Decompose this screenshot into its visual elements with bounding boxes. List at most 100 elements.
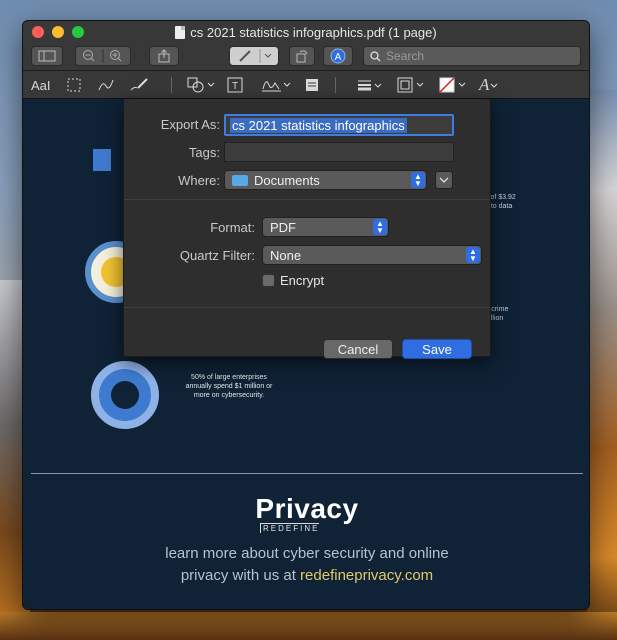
shapes-icon bbox=[187, 77, 215, 93]
border-color-icon bbox=[397, 77, 424, 93]
save-button[interactable]: Save bbox=[402, 339, 472, 359]
search-field[interactable]: Search bbox=[363, 46, 581, 66]
tags-field[interactable] bbox=[224, 142, 454, 162]
markup-pen-icon: A bbox=[330, 48, 346, 64]
tags-label: Tags: bbox=[188, 145, 220, 160]
title-bar: cs 2021 statistics infographics.pdf (1 p… bbox=[23, 21, 589, 43]
highlighter-icon bbox=[239, 49, 272, 63]
footer-line-2-prefix: privacy with us at bbox=[180, 567, 301, 584]
popup-arrows-icon: ▲ ▼ bbox=[411, 172, 425, 188]
window-title-text: cs 2021 statistics infographics.pdf (1 p… bbox=[190, 24, 437, 40]
export-as-field[interactable]: cs 2021 statistics infographics bbox=[224, 114, 454, 136]
text-box-icon: T bbox=[227, 77, 243, 93]
share-icon bbox=[158, 49, 170, 63]
markup-separator bbox=[171, 77, 172, 93]
sign-tool[interactable] bbox=[261, 76, 293, 94]
markup-toggle-button[interactable]: A bbox=[323, 46, 353, 66]
sidebar-toggle-button[interactable] bbox=[31, 46, 63, 66]
window-title: cs 2021 statistics infographics.pdf (1 p… bbox=[23, 25, 589, 40]
markup-separator bbox=[335, 77, 336, 93]
export-as-label: Export As: bbox=[160, 117, 220, 132]
format-label: Format: bbox=[210, 220, 255, 235]
zoom-in-icon[interactable] bbox=[110, 50, 122, 62]
stat-enterprise-line: annually spend $1 million or bbox=[185, 383, 273, 390]
shapes-tool[interactable] bbox=[187, 76, 217, 94]
export-as-value: cs 2021 statistics infographics bbox=[230, 117, 407, 133]
fill-color-icon bbox=[439, 77, 466, 93]
cancel-button[interactable]: Cancel bbox=[323, 339, 393, 359]
fill-color-menu[interactable] bbox=[439, 76, 469, 94]
privacy-logo-subtext: REDEFINE bbox=[260, 523, 320, 533]
preview-window: cs 2021 statistics infographics.pdf (1 p… bbox=[22, 20, 590, 610]
format-popup[interactable]: PDF ▲ ▼ bbox=[262, 217, 389, 237]
rect-select-icon bbox=[67, 78, 81, 92]
search-placeholder: Search bbox=[386, 49, 425, 63]
format-value: PDF bbox=[270, 219, 296, 235]
quartz-filter-value: None bbox=[270, 247, 302, 263]
traffic-lights bbox=[32, 26, 84, 38]
popup-arrows-icon: ▲ ▼ bbox=[466, 247, 480, 263]
text-style-menu[interactable]: A bbox=[479, 75, 501, 94]
line-style-icon bbox=[358, 80, 382, 91]
folder-icon bbox=[232, 174, 248, 186]
rotate-button[interactable] bbox=[289, 46, 315, 66]
sketch-icon bbox=[98, 79, 114, 91]
popup-arrows-icon: ▲ ▼ bbox=[373, 219, 387, 235]
footer-text: learn more about cyber security and onli… bbox=[23, 543, 589, 587]
minimize-button[interactable] bbox=[52, 26, 64, 38]
zoom-icons bbox=[83, 49, 122, 63]
zoom-out-icon[interactable] bbox=[83, 50, 95, 62]
money-icon bbox=[91, 361, 159, 429]
svg-text:T: T bbox=[232, 81, 238, 92]
rect-selection-tool[interactable] bbox=[67, 76, 81, 94]
stat-enterprise-line: more on cybersecurity. bbox=[193, 392, 265, 399]
note-tool[interactable] bbox=[305, 76, 319, 94]
text-box-tool[interactable]: T bbox=[227, 76, 243, 94]
share-button[interactable] bbox=[149, 46, 179, 66]
text-tool-label: AaI bbox=[31, 77, 51, 93]
pdf-document-icon bbox=[175, 25, 186, 39]
svg-text:A: A bbox=[335, 52, 342, 63]
draw-icon bbox=[130, 78, 148, 91]
encrypt-checkbox[interactable] bbox=[262, 274, 275, 287]
zoom-buttons bbox=[75, 46, 131, 66]
stat-enterprise-text: 50% of large enterprises annually spend … bbox=[179, 373, 279, 400]
main-toolbar: A Search bbox=[23, 43, 589, 71]
sheet-separator bbox=[124, 199, 490, 200]
search-icon bbox=[370, 50, 381, 61]
text-selection-tool[interactable]: AaI bbox=[31, 76, 51, 94]
markup-toolbar: AaI T A bbox=[23, 71, 589, 99]
footer-line-1: learn more about cyber security and onli… bbox=[165, 545, 449, 562]
building-icon bbox=[93, 149, 111, 171]
footer-line-2: privacy with us at redefineprivacy.com bbox=[23, 565, 589, 587]
where-popup[interactable]: Documents ▲ ▼ bbox=[224, 170, 427, 190]
note-icon bbox=[306, 79, 318, 91]
stat-enterprise-line: 50% of large enterprises bbox=[191, 374, 267, 381]
where-label: Where: bbox=[178, 173, 220, 188]
close-button[interactable] bbox=[32, 26, 44, 38]
highlight-button[interactable] bbox=[229, 46, 279, 66]
sidebar-icon bbox=[38, 50, 56, 62]
desktop-wallpaper-bottom bbox=[0, 612, 617, 640]
footer-link[interactable]: redefineprivacy.com bbox=[300, 567, 433, 584]
desktop-wallpaper-right bbox=[587, 90, 617, 640]
signature-icon bbox=[262, 81, 291, 92]
draw-tool[interactable] bbox=[129, 76, 149, 94]
chevron-down-icon bbox=[491, 83, 498, 88]
expand-button[interactable] bbox=[435, 171, 453, 189]
fullscreen-button[interactable] bbox=[72, 26, 84, 38]
text-style-label: A bbox=[479, 75, 490, 94]
sketch-tool[interactable] bbox=[97, 76, 115, 94]
rotate-icon bbox=[296, 50, 308, 63]
privacy-logo: Privacy bbox=[255, 493, 359, 524]
line-style-menu[interactable] bbox=[357, 76, 385, 94]
export-sheet: Export As: cs 2021 statistics infographi… bbox=[123, 99, 491, 359]
document-divider bbox=[31, 473, 583, 474]
where-value: Documents bbox=[254, 172, 320, 188]
quartz-filter-label: Quartz Filter: bbox=[179, 248, 255, 263]
sheet-separator bbox=[124, 307, 490, 308]
border-color-menu[interactable] bbox=[397, 76, 427, 94]
quartz-filter-popup[interactable]: None ▲ ▼ bbox=[262, 245, 482, 265]
encrypt-label: Encrypt bbox=[280, 273, 325, 288]
chevron-down-icon bbox=[439, 177, 449, 183]
